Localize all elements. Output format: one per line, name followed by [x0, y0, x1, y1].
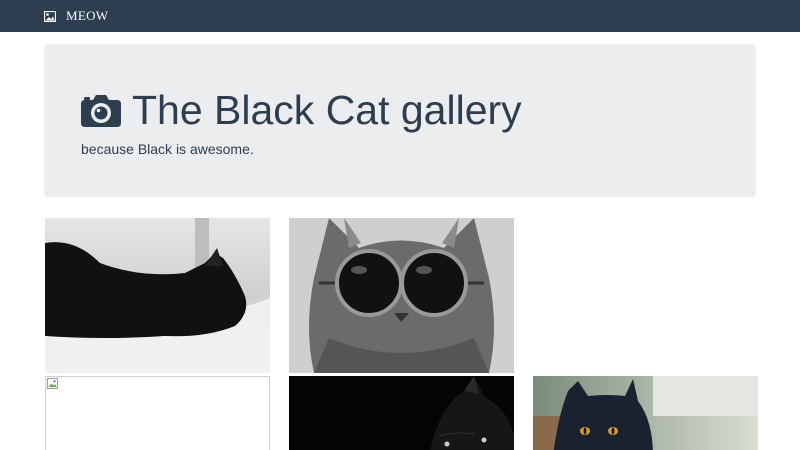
broken-image-icon [47, 378, 58, 389]
image-icon [44, 10, 56, 22]
camera-icon [81, 95, 121, 127]
page-title: The Black Cat gallery [132, 87, 522, 133]
gallery-item-blank [533, 218, 758, 373]
brand-link[interactable]: MEOW [44, 0, 108, 32]
gallery-item-broken-image[interactable] [45, 376, 270, 450]
jumbotron: The Black Cat gallery because Black is a… [44, 44, 756, 197]
cat-photo [289, 218, 514, 373]
cat-photo [45, 218, 270, 373]
brand-label: MEOW [66, 8, 109, 23]
gallery-item-dark-cat[interactable] [289, 376, 514, 450]
cat-photo [289, 376, 514, 450]
gallery-item-sunglasses-cat[interactable] [289, 218, 514, 373]
cat-photo [533, 376, 758, 450]
page-subtitle: because Black is awesome. [81, 141, 254, 157]
gallery-item-yellow-eyed-cat[interactable] [533, 376, 758, 450]
gallery-item-sleeping-cat[interactable] [45, 218, 270, 373]
navbar: MEOW [0, 0, 800, 32]
page-heading: The Black Cat gallery [81, 88, 522, 132]
